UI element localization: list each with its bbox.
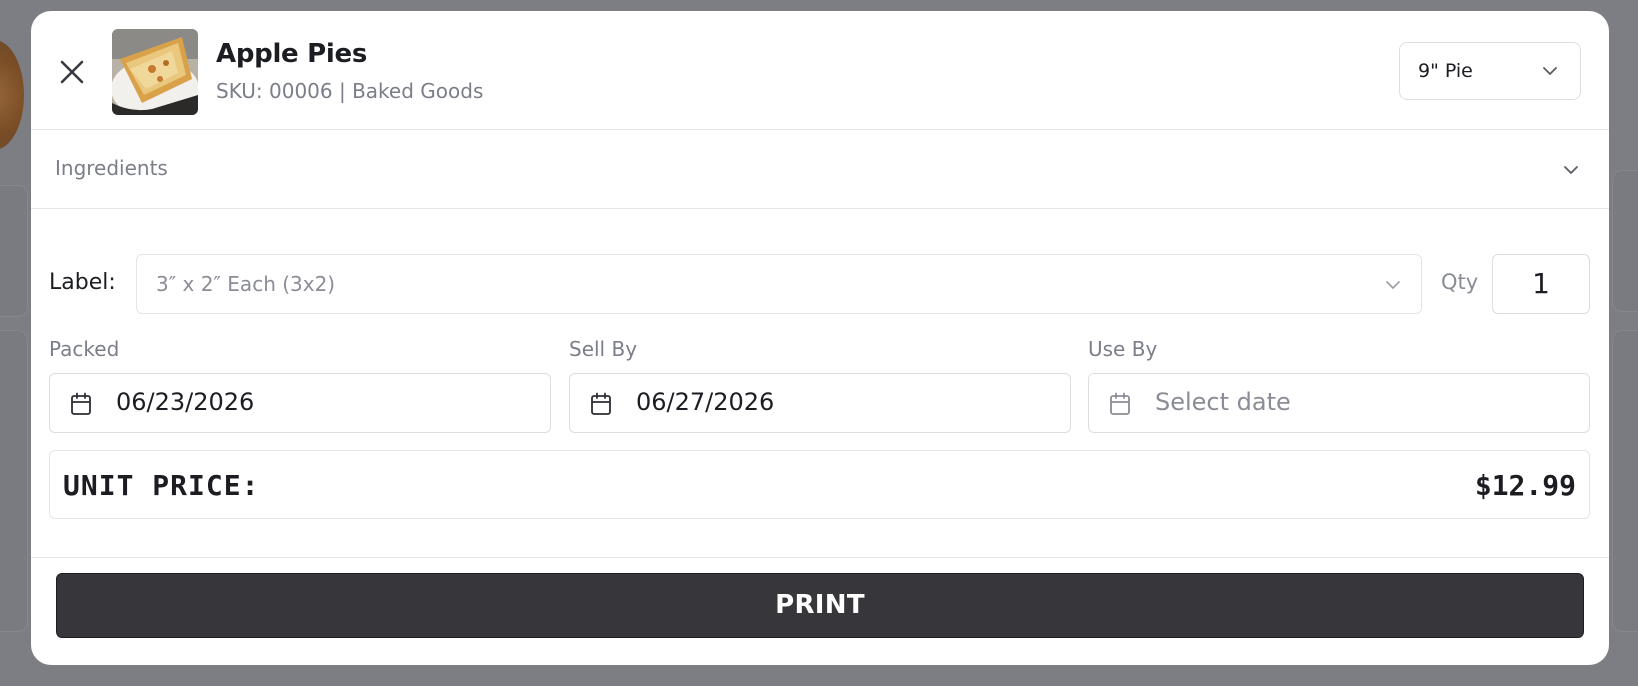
- product-thumbnail: [112, 29, 198, 115]
- sell-by-date-value: 06/27/2026: [636, 388, 775, 416]
- ingredients-label: Ingredients: [55, 156, 168, 180]
- label-field-label: Label:: [49, 270, 116, 295]
- ingredients-accordion[interactable]: Ingredients: [31, 130, 1609, 209]
- size-select-value: 9" Pie: [1418, 60, 1473, 82]
- modal-header: Apple Pies SKU: 00006 | Baked Goods 9" P…: [31, 11, 1609, 130]
- packed-date-label: Packed: [49, 337, 120, 361]
- label-size-select[interactable]: 3″ x 2″ Each (3x2): [136, 254, 1422, 314]
- calendar-icon: [71, 392, 91, 415]
- background-tile: [0, 185, 28, 317]
- calendar-icon: [591, 392, 611, 415]
- close-button[interactable]: [57, 57, 87, 87]
- use-by-date-field[interactable]: Select date: [1088, 373, 1590, 433]
- qty-label: Qty: [1441, 270, 1479, 294]
- chevron-down-icon: [1386, 281, 1400, 289]
- background-product-image: [0, 40, 24, 150]
- use-by-date-label: Use By: [1088, 337, 1158, 361]
- calendar-icon: [1110, 392, 1130, 415]
- close-icon: [60, 60, 84, 84]
- packed-date-value: 06/23/2026: [116, 388, 255, 416]
- use-by-date-placeholder: Select date: [1155, 388, 1291, 416]
- print-button[interactable]: PRINT: [56, 573, 1584, 638]
- label-size-value: 3″ x 2″ Each (3x2): [156, 272, 336, 296]
- qty-input[interactable]: 1: [1492, 254, 1590, 314]
- unit-price-label: UNIT PRICE:: [63, 469, 260, 502]
- product-subtitle: SKU: 00006 | Baked Goods: [216, 79, 484, 103]
- background-tile: [1612, 170, 1638, 312]
- product-title: Apple Pies: [216, 39, 368, 69]
- background-tile: [0, 330, 28, 632]
- size-select[interactable]: 9" Pie: [1399, 42, 1581, 100]
- sell-by-date-field[interactable]: 06/27/2026: [569, 373, 1071, 433]
- unit-price-box: UNIT PRICE: $12.99: [49, 450, 1590, 519]
- footer-divider: [31, 557, 1609, 558]
- unit-price-value: $12.99: [1474, 469, 1576, 502]
- chevron-down-icon: [1543, 67, 1557, 75]
- sell-by-date-label: Sell By: [569, 337, 638, 361]
- background-tile: [1612, 330, 1638, 632]
- print-label-modal: Apple Pies SKU: 00006 | Baked Goods 9" P…: [31, 11, 1609, 665]
- chevron-down-icon: [1564, 166, 1578, 174]
- packed-date-field[interactable]: 06/23/2026: [49, 373, 551, 433]
